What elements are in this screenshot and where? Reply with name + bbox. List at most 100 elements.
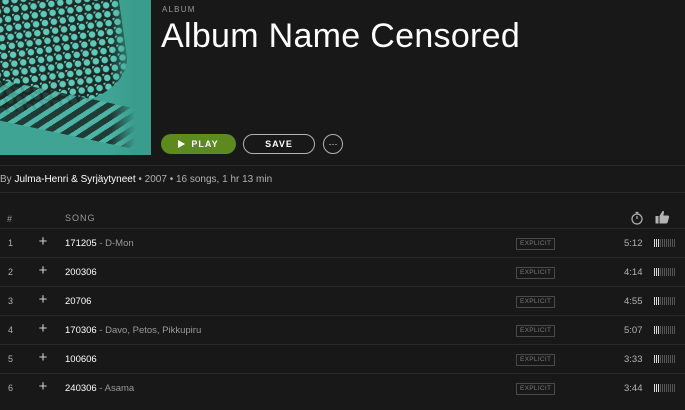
track-number: 4 [8,325,14,335]
track-featured-artists[interactable]: - D-Mon [97,238,133,249]
track-number: 3 [8,296,14,306]
popularity-bar [656,239,657,247]
byline-prefix: By [0,174,15,185]
explicit-badge: EXPLICIT [516,383,556,395]
track-title: 240306 - Asama [65,383,134,394]
popularity-meter [654,384,676,392]
popularity-bar [664,326,665,334]
explicit-badge: EXPLICIT [516,238,556,250]
popularity-bar [654,239,655,247]
popularity-bar [674,384,675,392]
header-number[interactable]: # [7,214,12,224]
track-duration: 3:44 [624,383,643,394]
cover-shade [111,0,151,155]
divider [0,165,685,166]
track-featured-artists[interactable]: - Davo, Petos, Pikkupiru [97,325,201,336]
popularity-bar [670,297,671,305]
popularity-bar [660,297,661,305]
track-title: 200306 [65,267,97,278]
popularity-bar [668,355,669,363]
popularity-bar [654,355,655,363]
track-name[interactable]: 20706 [65,296,91,307]
popularity-bar [656,326,657,334]
stopwatch-icon[interactable] [630,211,644,225]
popularity-bar [654,268,655,276]
divider [0,192,685,193]
table-row[interactable]: 3 +20706 EXPLICIT 4:55 [0,286,685,315]
popularity-bar [670,239,671,247]
popularity-bar [658,239,659,247]
table-row[interactable]: 5 +100606 EXPLICIT 3:33 [0,344,685,373]
plus-icon[interactable]: + [37,292,49,307]
popularity-bar [672,326,673,334]
popularity-bar [658,326,659,334]
plus-icon[interactable]: + [37,263,49,278]
track-name[interactable]: 200306 [65,267,97,278]
artist-link[interactable]: Julma-Henri & Syrjäytyneet [14,174,135,185]
popularity-bar [670,384,671,392]
track-name[interactable]: 170306 [65,325,97,336]
popularity-bar [660,355,661,363]
explicit-badge: EXPLICIT [516,267,556,279]
popularity-bar [660,384,661,392]
popularity-bar [662,326,663,334]
popularity-bar [664,268,665,276]
album-title: Album Name Censored [161,17,521,55]
popularity-bar [674,326,675,334]
track-name[interactable]: 171205 [65,238,97,249]
track-duration: 5:07 [624,325,643,336]
popularity-meter [654,355,676,363]
popularity-bar [668,384,669,392]
table-row[interactable]: 1 +171205 - D-Mon EXPLICIT 5:12 [0,228,685,257]
plus-icon[interactable]: + [37,234,49,249]
album-cover[interactable] [0,0,151,155]
track-number: 1 [8,238,14,248]
play-button[interactable]: PLAY [161,134,236,154]
album-header: ALBUM Album Name Censored PLAY SAVE ··· [0,0,685,165]
table-row[interactable]: 6 +240306 - Asama EXPLICIT 3:44 [0,373,685,402]
album-byline: By Julma-Henri & Syrjäytyneet • 2007 • 1… [0,174,272,185]
byline-details: • 2007 • 16 songs, 1 hr 13 min [135,174,273,185]
play-icon [178,140,186,148]
track-title: 20706 [65,296,91,307]
popularity-bar [666,239,667,247]
explicit-badge: EXPLICIT [516,325,556,337]
popularity-bar [662,297,663,305]
popularity-meter [654,239,676,247]
popularity-bar [670,326,671,334]
popularity-bar [658,355,659,363]
popularity-bar [672,239,673,247]
table-row[interactable]: 4 +170306 - Davo, Petos, Pikkupiru EXPLICI… [0,315,685,344]
popularity-bar [656,268,657,276]
popularity-bar [672,297,673,305]
popularity-bar [662,384,663,392]
popularity-bar [664,384,665,392]
popularity-bar [658,384,659,392]
popularity-bar [674,239,675,247]
popularity-bar [668,239,669,247]
popularity-bar [660,326,661,334]
plus-icon[interactable]: + [37,321,49,336]
popularity-bar [674,268,675,276]
track-name[interactable]: 240306 [65,383,97,394]
popularity-bar [662,268,663,276]
popularity-bar [654,326,655,334]
header-song[interactable]: SONG [65,213,96,223]
plus-icon[interactable]: + [37,350,49,365]
popularity-bar [660,268,661,276]
plus-icon[interactable]: + [37,379,49,394]
popularity-bar [670,268,671,276]
save-button[interactable]: SAVE [243,134,315,154]
popularity-bar [674,355,675,363]
table-row[interactable]: 2 +200306 EXPLICIT 4:14 [0,257,685,286]
more-options-button[interactable]: ··· [323,134,343,154]
thumbs-up-icon[interactable] [655,210,670,224]
play-button-label: PLAY [191,139,219,149]
explicit-badge: EXPLICIT [516,296,556,308]
track-featured-artists[interactable]: - Asama [97,383,134,394]
popularity-bar [672,384,673,392]
track-number: 2 [8,267,14,277]
popularity-bar [656,355,657,363]
track-name[interactable]: 100606 [65,354,97,365]
popularity-bar [664,355,665,363]
